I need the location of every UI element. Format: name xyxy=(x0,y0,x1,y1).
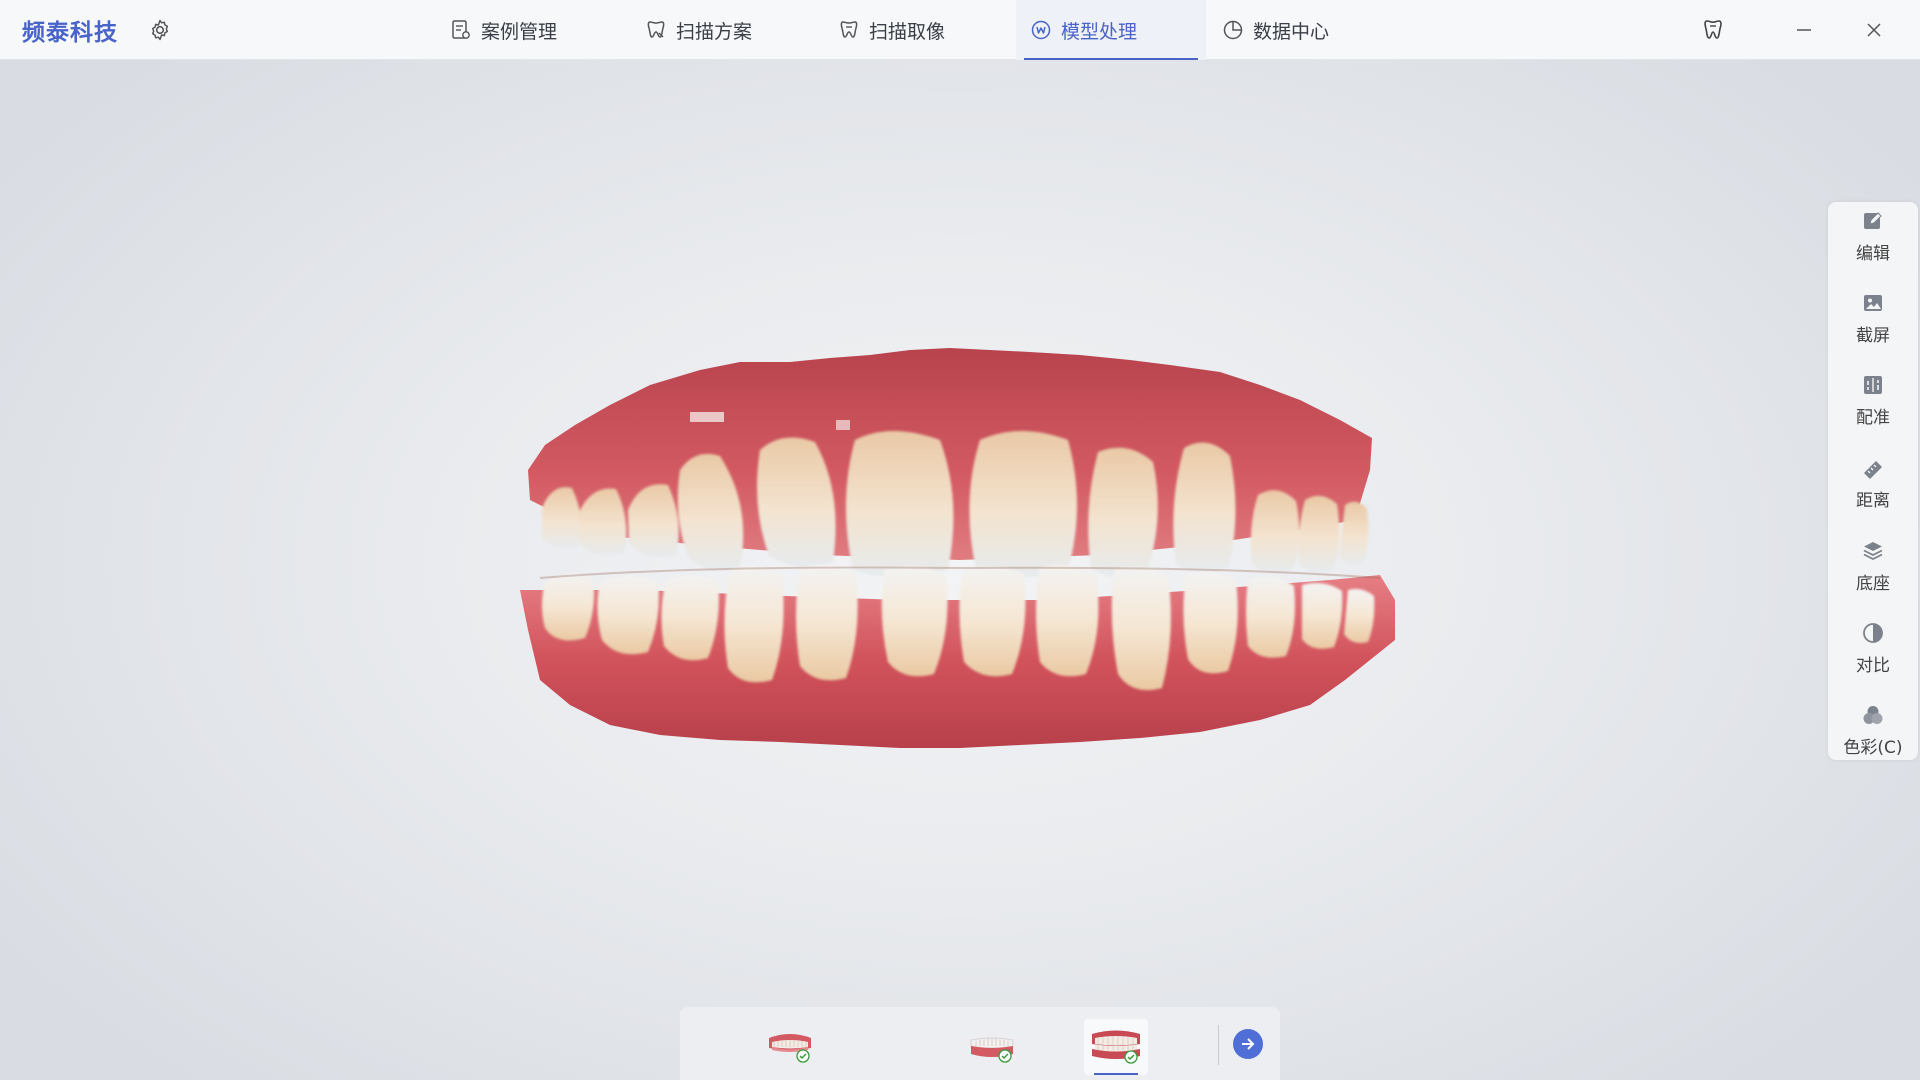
color-button[interactable]: 色彩(C) xyxy=(1828,696,1918,766)
minimize-icon xyxy=(1797,29,1811,31)
tooth-plan-icon xyxy=(647,21,665,38)
edit-label: 编辑 xyxy=(1856,244,1890,264)
pie-chart-icon xyxy=(1223,20,1243,40)
edit-icon xyxy=(1864,212,1882,229)
registration-label: 配准 xyxy=(1856,408,1890,428)
contrast-icon xyxy=(1863,623,1883,643)
distance-button[interactable]: 距离 xyxy=(1828,449,1918,519)
tooth-icon xyxy=(1704,20,1722,39)
screenshot-icon xyxy=(1864,295,1882,311)
tab-label: 案例管理 xyxy=(481,20,558,43)
layers-icon xyxy=(1863,542,1883,561)
close-button[interactable] xyxy=(1858,14,1890,46)
model-process-icon xyxy=(1031,20,1051,40)
dental-model-render xyxy=(520,348,1395,748)
arrow-right-icon xyxy=(1242,1038,1255,1050)
tab-label: 模型处理 xyxy=(1061,20,1138,43)
distance-label: 距离 xyxy=(1856,491,1890,511)
tab-label: 数据中心 xyxy=(1253,20,1330,43)
right-toolbar: 编辑 截屏 配准 距离 底座 对比 色彩(C) xyxy=(1828,202,1918,760)
base-button[interactable]: 底座 xyxy=(1828,532,1918,602)
lower-jaw-button[interactable] xyxy=(960,1019,1024,1075)
tooth-scan-icon xyxy=(840,21,858,38)
brand-logo: 频泰科技 xyxy=(22,20,118,46)
jaw-selector-bar xyxy=(680,1007,1280,1080)
tab-model-processing[interactable]: 模型处理 xyxy=(1016,0,1206,60)
upper-jaw-button[interactable] xyxy=(758,1019,822,1075)
lower-jaw-icon xyxy=(970,1037,1014,1063)
minimize-button[interactable] xyxy=(1788,14,1820,46)
registration-icon xyxy=(1864,376,1882,394)
contrast-label: 对比 xyxy=(1856,656,1890,676)
color-label: 色彩(C) xyxy=(1843,738,1903,758)
contrast-button[interactable]: 对比 xyxy=(1828,614,1918,684)
tooth-info-button[interactable] xyxy=(1697,14,1729,46)
case-list-icon xyxy=(452,20,470,39)
tab-scan-plan[interactable]: 扫描方案 xyxy=(645,0,790,60)
screenshot-label: 截屏 xyxy=(1856,326,1890,346)
upper-jaw-icon xyxy=(769,1034,811,1063)
screenshot-button[interactable]: 截屏 xyxy=(1828,284,1918,354)
settings-button[interactable] xyxy=(146,16,174,44)
color-icon xyxy=(1863,706,1883,724)
tab-label: 扫描取像 xyxy=(869,20,946,43)
close-icon xyxy=(1867,23,1881,37)
tab-data-center[interactable]: 数据中心 xyxy=(1222,0,1372,60)
base-label: 底座 xyxy=(1856,574,1890,594)
tab-label: 扫描方案 xyxy=(676,20,753,43)
bar-divider xyxy=(1218,1025,1219,1065)
registration-button[interactable]: 配准 xyxy=(1828,366,1918,436)
title-bar: 频泰科技 案例管理 扫描方案 扫描取像 模型处理 数据中心 xyxy=(0,0,1920,60)
bite-jaw-button[interactable] xyxy=(1084,1019,1148,1075)
tab-case-management[interactable]: 案例管理 xyxy=(450,0,595,60)
next-step-button[interactable] xyxy=(1233,1029,1263,1059)
ruler-icon xyxy=(1864,461,1882,479)
edit-button[interactable]: 编辑 xyxy=(1828,202,1918,272)
bite-jaw-icon xyxy=(1092,1030,1140,1064)
tab-scan-capture[interactable]: 扫描取像 xyxy=(838,0,983,60)
gear-icon xyxy=(151,19,169,41)
model-viewport[interactable] xyxy=(0,61,1920,1007)
